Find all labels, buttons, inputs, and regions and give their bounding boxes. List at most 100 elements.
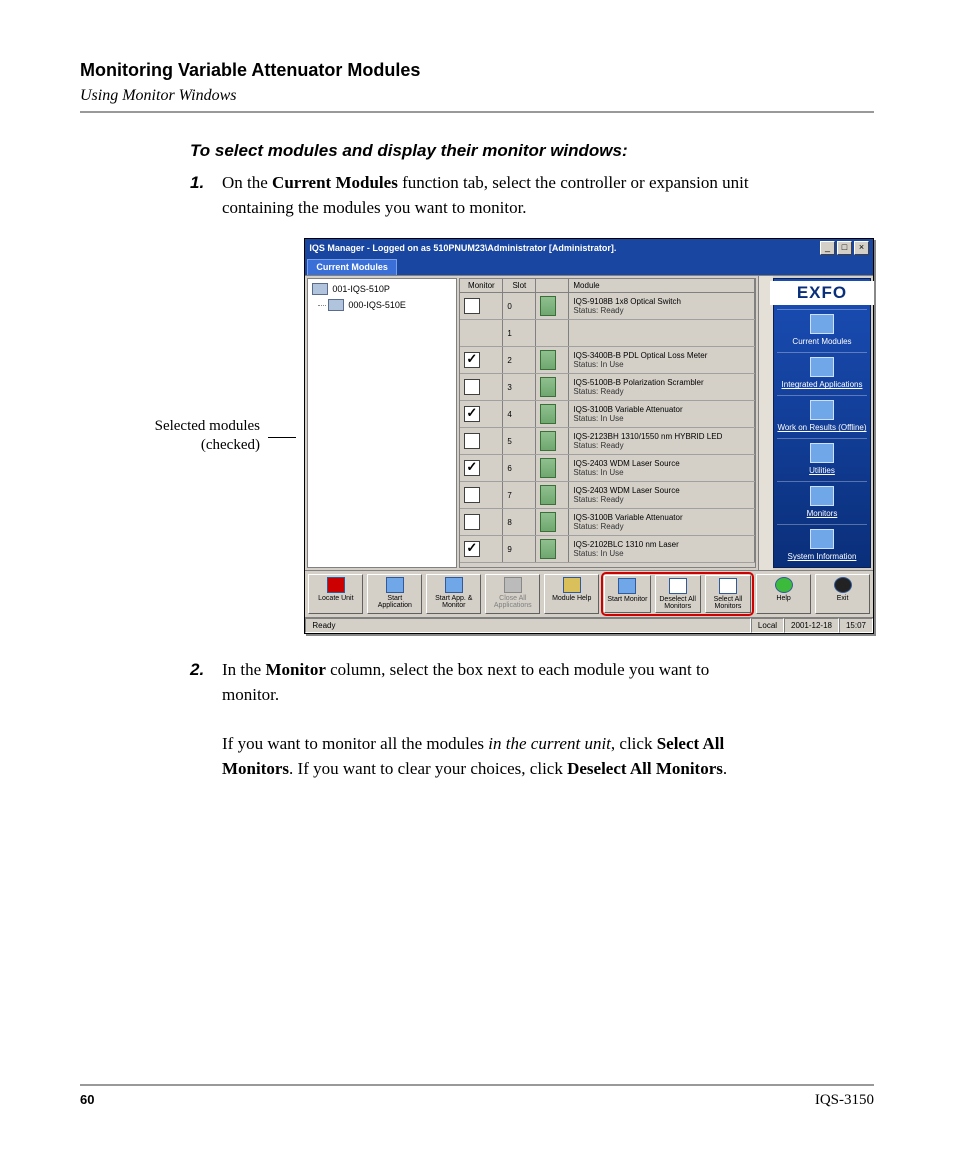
module-icon [540,539,556,559]
nav-item[interactable]: Current Modules [777,309,866,352]
power-icon [834,577,852,593]
step-2: 2. In the Monitor column, select the box… [190,658,764,781]
nav-label: Monitors [777,509,866,518]
module-row: 3 IQS-5100B-B Polarization ScramblerStatu… [460,374,755,401]
step-2-text-a: In the [222,660,265,679]
col-monitor: Monitor [460,279,503,292]
step-1-bold: Current Modules [272,173,398,192]
module-info[interactable] [569,320,755,346]
button-bar: Locate Unit Start Application Start App.… [305,570,873,617]
module-row: 2IQS-3400B-B PDL Optical Loss MeterStatu… [460,347,755,374]
module-status: Status: In Use [573,468,679,477]
monitor-checkbox[interactable] [464,298,480,314]
scrollbar[interactable] [758,276,773,570]
module-status: Status: In Use [573,414,682,423]
module-info[interactable]: IQS-2403 WDM Laser SourceStatus: In Use [569,455,755,481]
exit-button[interactable]: Exit [815,574,870,614]
callout-selected-modules: Selected modules (checked) [120,417,260,456]
module-icon [540,350,556,370]
minimize-button[interactable]: _ [820,241,835,255]
step-2-bold: Monitor [265,660,325,679]
module-status: Status: Ready [573,387,703,396]
deselect-icon [669,578,687,594]
nav-item[interactable]: Monitors [777,481,866,524]
module-info[interactable]: IQS-9108B 1x8 Optical SwitchStatus: Read… [569,293,755,319]
step-1-text-a: On the [222,173,272,192]
step-2-p2-italic: in the current unit [488,734,611,753]
module-info[interactable]: IQS-5100B-B Polarization ScramblerStatus… [569,374,755,400]
select-all-monitors-button[interactable]: Select All Monitors [705,575,751,613]
monitor-checkbox[interactable] [464,352,480,368]
tree-node-child[interactable]: 000-IQS-510E [328,299,452,311]
col-module: Module [569,279,755,292]
help-icon [775,577,793,593]
nav-label: Integrated Applications [777,380,866,389]
window-title: IQS Manager - Logged on as 510PNUM23\Adm… [309,243,616,253]
nav-label: Current Modules [777,337,866,346]
step-2-number: 2. [190,658,222,781]
screenshot-figure: Selected modules (checked) IQS Manager -… [120,238,874,634]
module-row: 9 IQS-2102BLC 1310 nm LaserStatus: In Use [460,536,755,563]
page-number: 60 [80,1092,94,1109]
nav-item[interactable]: Integrated Applications [777,352,866,395]
step-2-p2-a: If you want to monitor all the modules [222,734,488,753]
nav-icon [810,486,834,506]
slot-number: 3 [503,374,536,400]
section-subtitle: Using Monitor Windows [80,87,874,105]
function-tabs: Current Modules [305,257,873,275]
brand-logo: EXFO [770,281,874,305]
close-all-icon [504,577,522,593]
nav-icon [810,314,834,334]
monitor-checkbox[interactable] [464,379,480,395]
start-monitor-button[interactable]: Start Monitor [604,575,650,613]
module-row: 4IQS-3100B Variable AttenuatorStatus: In… [460,401,755,428]
start-app-and-monitor-button[interactable]: Start App. & Monitor [426,574,481,614]
slot-number: 1 [503,320,536,346]
nav-item[interactable]: Utilities [777,438,866,481]
monitor-checkbox[interactable] [464,487,480,503]
monitor-icon [618,578,636,594]
slot-number: 9 [503,536,536,562]
module-icon [540,458,556,478]
nav-item[interactable]: Work on Results (Offline) [777,395,866,438]
module-name: IQS-2102BLC 1310 nm Laser [573,540,678,549]
procedure-title: To select modules and display their moni… [190,141,764,161]
step-1-number: 1. [190,171,222,220]
module-info[interactable]: IQS-3100B Variable AttenuatorStatus: In … [569,401,755,427]
module-info[interactable]: IQS-3400B-B PDL Optical Loss MeterStatus… [569,347,755,373]
start-application-button[interactable]: Start Application [367,574,422,614]
module-icon [540,485,556,505]
col-slot: Slot [503,279,536,292]
tree-node-root[interactable]: 001-IQS-510P [312,283,452,295]
doc-id: IQS-3150 [815,1092,874,1109]
monitor-checkbox[interactable] [464,433,480,449]
column-headers: Monitor Slot Module [460,279,755,293]
deselect-all-monitors-button[interactable]: Deselect All Monitors [655,575,701,613]
module-info[interactable]: IQS-2102BLC 1310 nm LaserStatus: In Use [569,536,755,562]
slot-number: 8 [503,509,536,535]
module-row: 6IQS-2403 WDM Laser SourceStatus: In Use [460,455,755,482]
module-info[interactable]: IQS-2123BH 1310/1550 nm HYBRID LEDStatus… [569,428,755,454]
monitor-checkbox[interactable] [464,460,480,476]
callout-leader-line [268,437,296,438]
nav-item[interactable]: System Information [777,524,866,567]
monitor-checkbox[interactable] [464,514,480,530]
step-1: 1. On the Current Modules function tab, … [190,171,764,220]
module-info[interactable]: IQS-2403 WDM Laser SourceStatus: Ready [569,482,755,508]
module-icon [540,404,556,424]
select-icon [719,578,737,594]
monitor-checkbox[interactable] [464,406,480,422]
tree-child-label: 000-IQS-510E [348,300,406,310]
tab-current-modules[interactable]: Current Modules [307,259,397,275]
nav-icon [810,357,834,377]
module-status: Status: Ready [573,522,682,531]
help-button[interactable]: Help [756,574,811,614]
close-button[interactable]: × [854,241,869,255]
monitor-checkbox[interactable] [464,541,480,557]
module-help-button[interactable]: Module Help [544,574,599,614]
locate-unit-button[interactable]: Locate Unit [308,574,363,614]
module-info[interactable]: IQS-3100B Variable AttenuatorStatus: Rea… [569,509,755,535]
maximize-button[interactable]: □ [837,241,852,255]
module-icon [540,296,556,316]
module-row: 5IQS-2123BH 1310/1550 nm HYBRID LEDStatu… [460,428,755,455]
